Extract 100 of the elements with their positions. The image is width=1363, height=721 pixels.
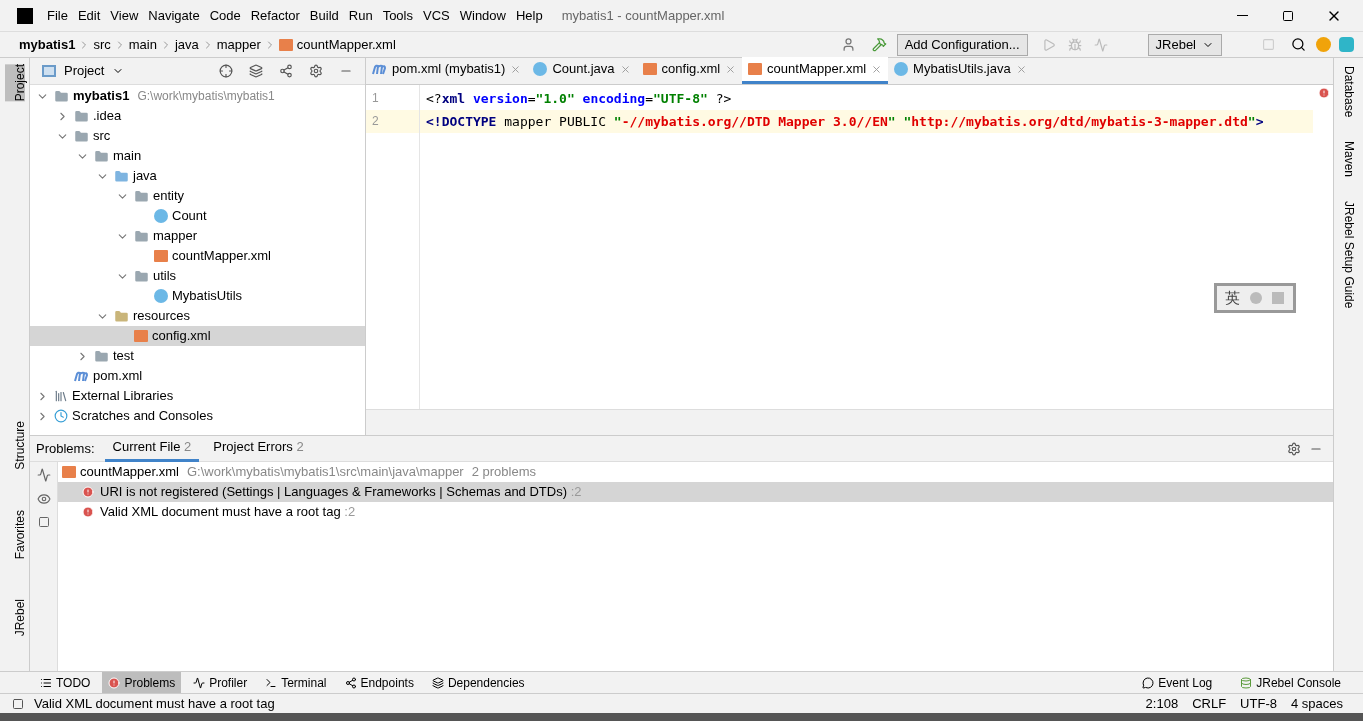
problem-item[interactable]: URI is not registered (Settings | Languages & Frameworks | Schemas and DTDs) :2 xyxy=(58,482,1333,502)
close-icon[interactable] xyxy=(510,63,522,75)
tool-tab[interactable]: Dependencies xyxy=(425,671,531,694)
status-item[interactable]: CRLF xyxy=(1192,693,1227,714)
menu-item[interactable]: Help xyxy=(510,3,548,28)
tree-item[interactable]: External Libraries xyxy=(30,386,365,406)
tree-label: .idea xyxy=(93,107,122,126)
tree-label: src xyxy=(93,127,111,146)
run-configuration-button[interactable]: Add Configuration... xyxy=(896,33,1028,56)
editor-tab[interactable]: MybatisUtils.java xyxy=(888,57,1033,84)
profile-icon[interactable] xyxy=(1093,37,1108,52)
build-icon[interactable] xyxy=(871,37,887,52)
status-toggle-icon[interactable] xyxy=(12,697,24,710)
menu-item[interactable]: Navigate xyxy=(143,3,205,28)
problem-file-name[interactable]: countMapper.xml xyxy=(80,462,179,482)
tree-label: pom.xml xyxy=(93,367,143,386)
breadcrumb-item[interactable]: countMapper.xml xyxy=(278,34,396,55)
editor-tab[interactable]: Count.java xyxy=(527,57,637,84)
menu-item[interactable]: VCS xyxy=(418,3,455,28)
tool-window-tab[interactable]: Structure xyxy=(4,421,25,471)
tool-tab[interactable]: Event Log xyxy=(1136,671,1219,694)
tree-item[interactable]: mybatis1 G:\work\mybatis\mybatis1 xyxy=(30,86,365,106)
tool-tab[interactable]: Profiler xyxy=(187,671,254,694)
settings-icon[interactable] xyxy=(1287,441,1301,456)
tool-tab[interactable]: Endpoints xyxy=(338,671,420,694)
tree-item[interactable]: main xyxy=(30,146,365,166)
tree-item[interactable]: countMapper.xml xyxy=(30,246,365,266)
tree-item[interactable]: src xyxy=(30,126,365,146)
settings-icon[interactable] xyxy=(309,64,323,78)
project-view-dropdown[interactable]: Project xyxy=(64,61,125,81)
menu-item[interactable]: Window xyxy=(454,3,511,28)
locate-icon[interactable] xyxy=(219,64,233,78)
folder-icon xyxy=(74,128,89,144)
tool-tab[interactable]: JRebel Console xyxy=(1234,671,1347,694)
tree-item[interactable]: pom.xml xyxy=(30,366,365,386)
search-icon[interactable] xyxy=(1291,37,1306,52)
line-number: 1 xyxy=(371,90,380,107)
tree-item[interactable]: mapper xyxy=(30,226,365,246)
tree-item[interactable]: test xyxy=(30,346,365,366)
menu-item[interactable]: Code xyxy=(204,3,246,28)
tree-label: utils xyxy=(153,267,177,286)
speech-bubble-icon xyxy=(1142,676,1155,689)
jrebel-dropdown[interactable]: JRebel xyxy=(1147,33,1222,56)
tool-window-tab[interactable]: Maven xyxy=(1338,141,1359,178)
tool-window-tab[interactable]: Database xyxy=(1338,66,1359,118)
menu-item[interactable]: Refactor xyxy=(245,3,305,28)
tool-window-tab[interactable]: JRebel Setup Guide xyxy=(1338,201,1359,309)
close-icon[interactable] xyxy=(871,63,883,75)
run-icon[interactable] xyxy=(1041,37,1056,52)
tree-item[interactable]: MybatisUtils xyxy=(30,286,365,306)
breadcrumb-item[interactable]: main xyxy=(128,34,157,55)
tree-item[interactable]: resources xyxy=(30,306,365,326)
tool-tab[interactable]: Problems xyxy=(102,671,182,694)
close-icon[interactable] xyxy=(1015,63,1027,75)
maven-icon xyxy=(372,63,387,75)
menu-item[interactable]: Tools xyxy=(377,3,418,28)
folder-icon xyxy=(94,148,109,164)
close-icon[interactable] xyxy=(725,63,737,75)
editor-tab[interactable]: pom.xml (mybatis1) xyxy=(366,57,528,84)
terminal-icon xyxy=(265,676,278,689)
scope-tab[interactable]: Project Errors 2 xyxy=(205,435,312,462)
close-icon[interactable] xyxy=(619,63,631,75)
folder-icon xyxy=(54,88,69,104)
layers-icon xyxy=(431,676,444,689)
status-item[interactable]: UTF-8 xyxy=(1240,693,1277,714)
tree-item[interactable]: config.xml xyxy=(30,326,365,346)
breadcrumb-item[interactable]: src xyxy=(93,34,111,55)
menu-item[interactable]: File xyxy=(42,3,73,28)
module-path: G:\work\mybatis\mybatis1 xyxy=(137,88,275,105)
debug-icon[interactable] xyxy=(1067,37,1082,52)
menu-item[interactable]: Edit xyxy=(72,3,106,28)
editor-tab[interactable]: config.xml xyxy=(636,57,743,84)
menu-item[interactable]: Build xyxy=(304,3,344,28)
tree-item[interactable]: entity xyxy=(30,186,365,206)
tree-item[interactable]: .idea xyxy=(30,106,365,126)
tree-item[interactable]: java xyxy=(30,166,365,186)
ime-toolbar[interactable]: 英 xyxy=(1214,283,1296,313)
breadcrumb-item[interactable]: mapper xyxy=(216,34,261,55)
tool-window-tab[interactable]: Favorites xyxy=(4,510,25,560)
tool-tab[interactable]: Terminal xyxy=(259,671,333,694)
user-icon[interactable] xyxy=(840,37,856,52)
error-icon xyxy=(82,486,94,498)
tree-item[interactable]: utils xyxy=(30,266,365,286)
breadcrumb-item[interactable]: mybatis1 xyxy=(19,34,76,55)
menu-item[interactable]: Run xyxy=(343,3,378,28)
tool-window-tab[interactable]: JRebel xyxy=(4,599,25,637)
plugin-logo-icon[interactable] xyxy=(1339,37,1354,52)
menu-item[interactable]: View xyxy=(105,3,144,28)
xml-file-icon xyxy=(62,466,76,478)
problem-item[interactable]: Valid XML document must have a root tag :2 xyxy=(58,502,1333,522)
status-item[interactable]: 4 spaces xyxy=(1290,693,1343,714)
tree-item[interactable]: Count xyxy=(30,206,365,226)
xml-file-icon xyxy=(278,38,293,51)
status-item[interactable]: 2:108 xyxy=(1145,693,1179,714)
eye-icon[interactable] xyxy=(36,492,51,506)
editor-tab[interactable]: countMapper.xml xyxy=(742,57,889,84)
breadcrumb-item[interactable]: java xyxy=(174,34,199,55)
tool-window-tab[interactable]: Project xyxy=(4,64,25,102)
tree-item[interactable]: Scratches and Consoles xyxy=(30,406,365,426)
tool-tab[interactable]: TODO xyxy=(34,671,97,694)
